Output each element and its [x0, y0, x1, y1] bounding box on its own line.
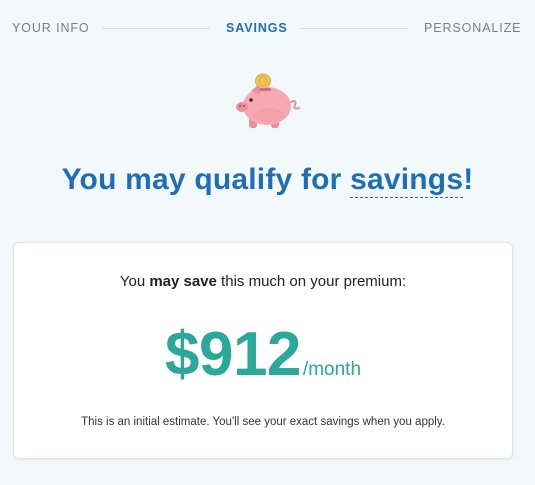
savings-amount: $912: [164, 320, 301, 389]
headline-prefix: You may qualify for: [61, 163, 351, 196]
step-your-info[interactable]: YOUR INFO: [12, 20, 90, 36]
savings-period: /month: [302, 359, 362, 380]
intro-prefix: You: [119, 273, 150, 290]
intro-emphasis: may save: [149, 273, 217, 290]
savings-amount-row: $912/month: [14, 317, 512, 408]
headline-suffix: !: [463, 163, 474, 196]
savings-estimate-card: You may save this much on your premium: …: [13, 242, 513, 459]
step-divider: [102, 28, 210, 29]
step-savings[interactable]: SAVINGS: [226, 20, 288, 36]
estimate-disclaimer: This is an initial estimate. You'll see …: [81, 416, 445, 428]
progress-stepper: YOUR INFO SAVINGS PERSONALIZE: [0, 0, 535, 56]
step-personalize[interactable]: PERSONALIZE: [424, 20, 521, 36]
step-divider: [300, 28, 408, 29]
savings-intro: You may save this much on your premium:: [14, 272, 512, 292]
intro-suffix: this much on your premium:: [216, 273, 407, 290]
page-title: You may qualify for savings!: [0, 160, 535, 200]
piggy-bank-icon: [229, 70, 301, 134]
savings-term-link[interactable]: savings: [350, 163, 464, 198]
